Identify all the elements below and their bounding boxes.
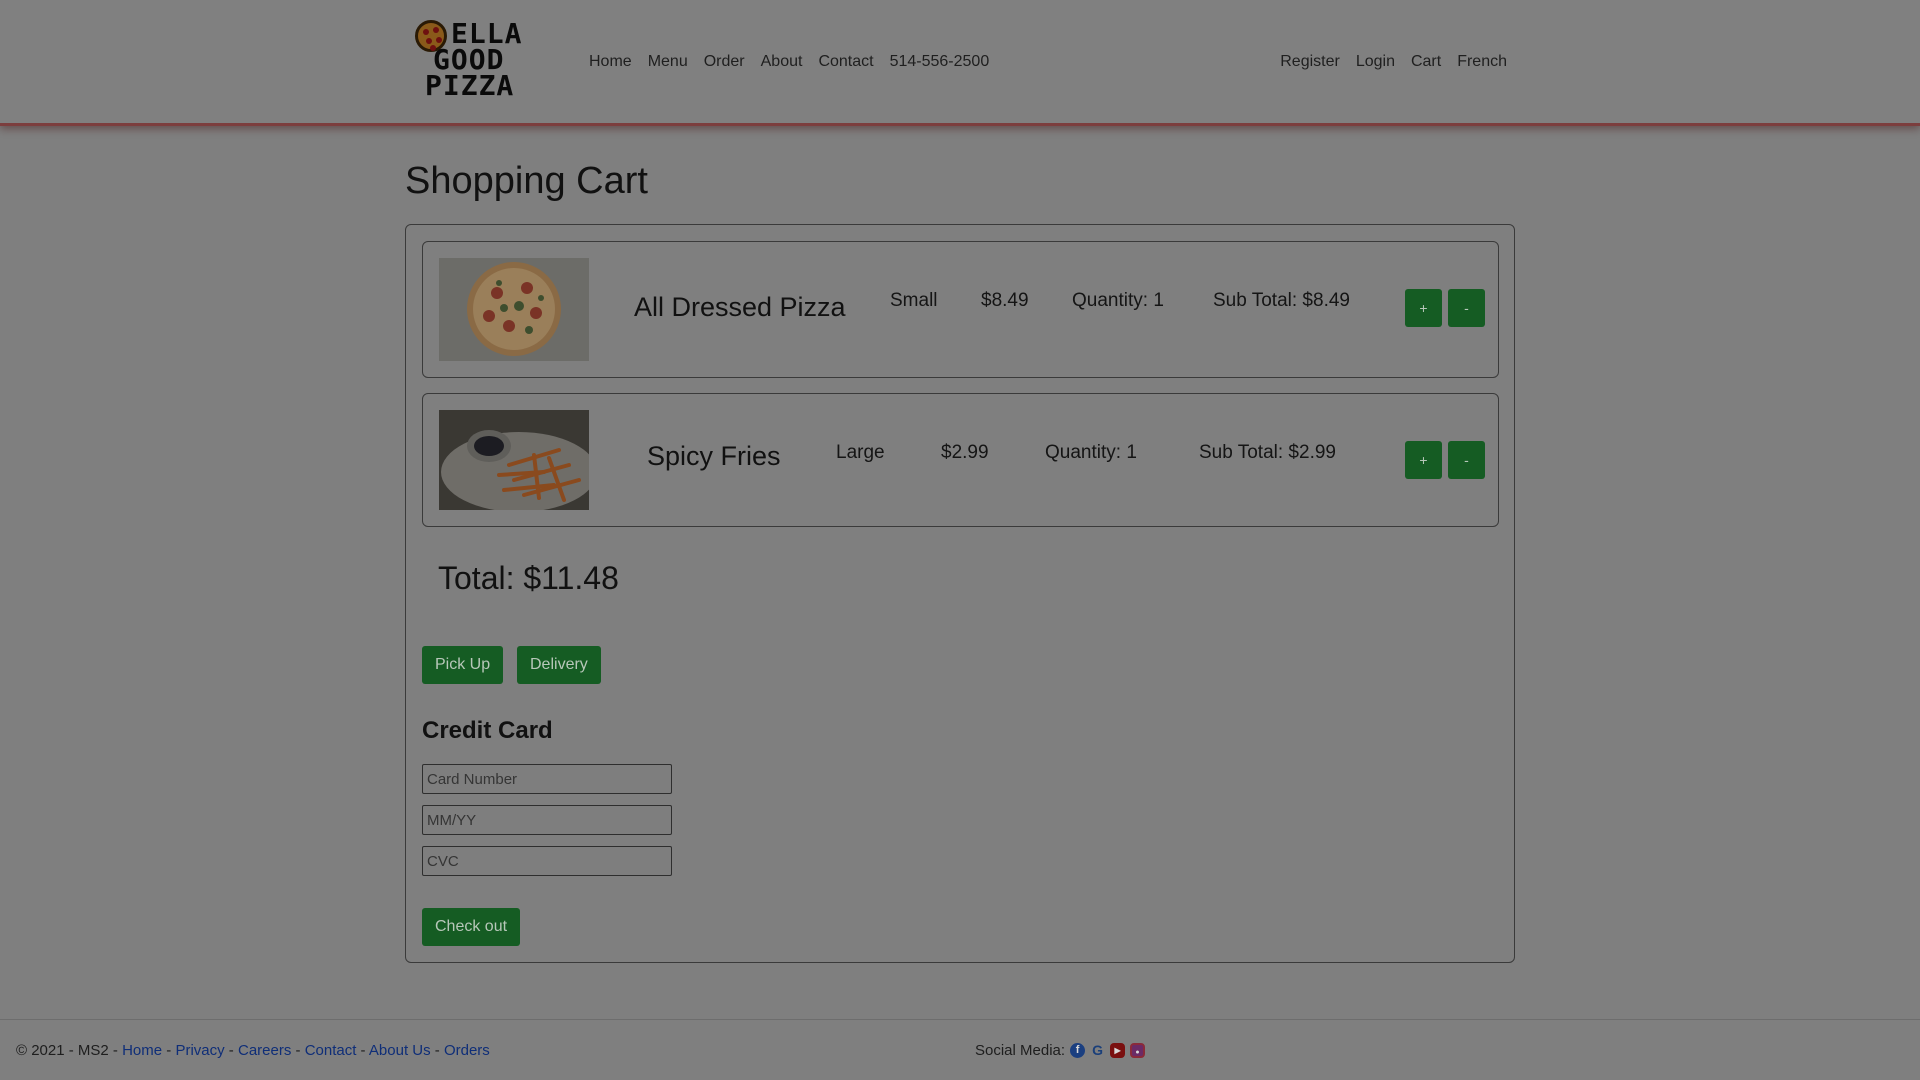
social-media-label: Social Media: <box>975 1042 1066 1059</box>
logo-text-line3: PIZZA <box>425 69 515 102</box>
nav-home[interactable]: Home <box>589 53 632 71</box>
pickup-button[interactable]: Pick Up <box>422 646 504 684</box>
item-subtotal: Sub Total: $2.99 <box>1199 442 1336 463</box>
cart-container: All Dressed Pizza Small $8.49 Quantity: … <box>405 224 1515 963</box>
nav-about[interactable]: About <box>761 53 803 71</box>
nav-cart[interactable]: Cart <box>1411 53 1441 71</box>
increase-quantity-button[interactable]: + <box>1405 441 1442 479</box>
card-number-input[interactable] <box>422 764 672 794</box>
card-expiry-input[interactable] <box>422 805 672 835</box>
item-name: All Dressed Pizza <box>634 292 846 322</box>
item-size: Small <box>890 290 938 311</box>
item-subtotal: Sub Total: $8.49 <box>1213 290 1350 311</box>
footer-link-privacy[interactable]: Privacy <box>175 1042 224 1059</box>
decrease-quantity-button[interactable]: - <box>1448 441 1485 479</box>
checkout-button[interactable]: Check out <box>422 908 521 946</box>
nav-register[interactable]: Register <box>1280 53 1340 71</box>
youtube-icon[interactable]: ▶ <box>1110 1043 1126 1058</box>
item-quantity: Quantity: 1 <box>1072 290 1164 311</box>
nav-contact[interactable]: Contact <box>818 53 873 71</box>
cart-total: Total: $11.48 <box>438 560 619 596</box>
cart-item: Spicy Fries Large $2.99 Quantity: 1 Sub … <box>422 393 1499 527</box>
footer-link-about-us[interactable]: About Us <box>369 1042 431 1059</box>
page-title: Shopping Cart <box>405 160 648 202</box>
card-cvc-input[interactable] <box>422 846 672 876</box>
brand-logo[interactable]: ELLA GOOD PIZZA <box>413 18 548 102</box>
decrease-quantity-button[interactable]: - <box>1448 289 1485 327</box>
nav-phone[interactable]: 514-556-2500 <box>890 53 990 71</box>
social-media: Social Media: f G ▶ ● <box>975 1042 1146 1059</box>
fries-image <box>439 410 589 510</box>
nav-language-french[interactable]: French <box>1457 53 1507 71</box>
page-footer: © 2021 - MS2 - Home - Privacy - Careers … <box>0 1019 1920 1080</box>
top-navbar: ELLA GOOD PIZZA Home Menu Order About Co… <box>0 0 1920 126</box>
item-price: $8.49 <box>981 290 1029 311</box>
nav-menu[interactable]: Menu <box>648 53 688 71</box>
pizza-image <box>439 258 589 361</box>
google-icon[interactable]: G <box>1090 1043 1105 1058</box>
footer-link-home[interactable]: Home <box>122 1042 162 1059</box>
increase-quantity-button[interactable]: + <box>1405 289 1442 327</box>
item-name: Spicy Fries <box>647 441 781 471</box>
copyright-text: © 2021 - MS2 - <box>16 1042 123 1059</box>
account-nav: Register Login Cart French <box>1264 53 1507 71</box>
main-nav: Home Menu Order About Contact 514-556-25… <box>589 53 1005 71</box>
item-quantity: Quantity: 1 <box>1045 442 1137 463</box>
item-price: $2.99 <box>941 442 989 463</box>
footer-links: © 2021 - MS2 - Home - Privacy - Careers … <box>16 1042 490 1059</box>
item-size: Large <box>836 442 885 463</box>
facebook-icon[interactable]: f <box>1070 1043 1086 1058</box>
instagram-icon[interactable]: ● <box>1130 1043 1146 1058</box>
footer-link-orders[interactable]: Orders <box>444 1042 490 1059</box>
footer-link-contact[interactable]: Contact <box>305 1042 357 1059</box>
cart-item: All Dressed Pizza Small $8.49 Quantity: … <box>422 241 1499 378</box>
credit-card-title: Credit Card <box>422 717 553 744</box>
nav-order[interactable]: Order <box>704 53 745 71</box>
delivery-button[interactable]: Delivery <box>517 646 601 684</box>
footer-link-careers[interactable]: Careers <box>238 1042 291 1059</box>
nav-login[interactable]: Login <box>1356 53 1395 71</box>
